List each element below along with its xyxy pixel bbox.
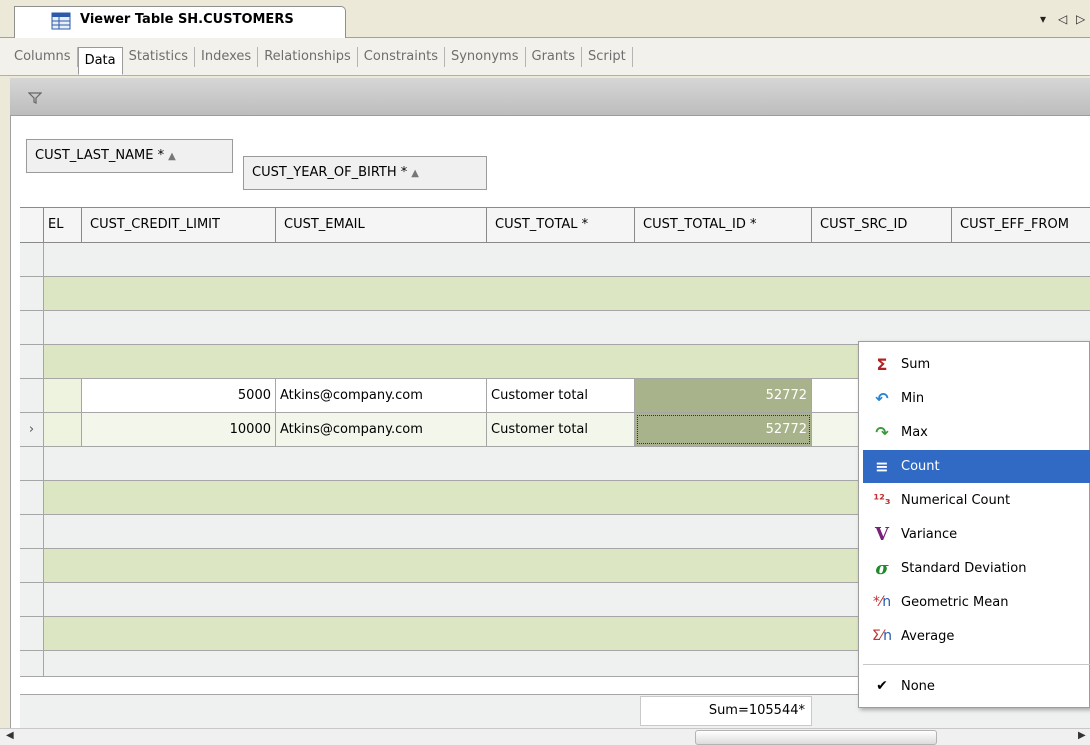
menu-item-label: Count [901,459,940,474]
sigma-icon: Σ [876,355,888,374]
row-header[interactable] [20,243,44,276]
group-column-cust-last-name[interactable]: CUST_LAST_NAME * ▲ [26,139,233,173]
grid-header: EL CUST_CREDIT_LIMIT CUST_EMAIL CUST_TOT… [20,207,1090,243]
cell-cust-total-id-focused[interactable]: 52772 [635,413,812,446]
menu-item-count[interactable]: ≡ Count [863,450,1090,483]
cell-credit-limit[interactable]: 10000 [82,413,276,446]
row-header[interactable] [20,447,44,480]
row-header[interactable] [20,379,44,412]
menu-item-none[interactable]: ✔ None [863,670,1090,703]
average-icon: Σ⁄n [871,628,893,644]
column-header-cust-total[interactable]: CUST_TOTAL * [487,208,635,242]
scrollbar-thumb[interactable] [695,730,937,745]
column-header-src-id[interactable]: CUST_SRC_ID [812,208,952,242]
column-header-cust-total-id[interactable]: CUST_TOTAL_ID * [635,208,812,242]
column-header-credit-limit[interactable]: CUST_CREDIT_LIMIT [82,208,276,242]
menu-item-label: Max [901,425,928,440]
filter-bar [10,78,1090,116]
menu-item-label: Variance [901,527,958,542]
scroll-tabs-right-icon[interactable]: ▷ [1076,12,1085,26]
min-icon: ↶ [875,389,889,408]
row-header[interactable] [20,617,44,650]
menu-item-min[interactable]: ↶ Min [863,382,1090,415]
sigma-lower-icon: σ [875,558,889,579]
menu-item-geometric-mean[interactable]: *⁄n Geometric Mean [863,586,1090,619]
column-header-email[interactable]: CUST_EMAIL [276,208,487,242]
menu-item-average[interactable]: Σ⁄n Average [863,620,1090,653]
menu-item-max[interactable]: ↷ Max [863,416,1090,449]
group-column-cust-year-of-birth[interactable]: CUST_YEAR_OF_BIRTH * ▲ [243,156,487,190]
geometric-mean-icon: *⁄n [872,594,892,610]
scroll-left-icon[interactable]: ◀ [6,730,14,741]
filter-icon[interactable] [27,92,43,108]
cell-email[interactable]: Atkins@company.com [276,379,487,412]
tab-list-dropdown-icon[interactable]: ▾ [1040,12,1046,26]
group-row[interactable] [20,311,1090,345]
row-header[interactable] [20,651,44,676]
variance-icon: V [875,524,889,545]
scroll-right-icon[interactable]: ▶ [1078,730,1086,741]
numerical-count-icon: ¹²₃ [873,493,891,508]
aggregate-context-menu: Σ Sum ↶ Min ↷ Max ≡ Count ¹²₃ Numerical … [858,341,1090,708]
row-header[interactable] [20,277,44,310]
scroll-tabs-left-icon[interactable]: ◁ [1058,12,1067,26]
menu-separator [863,664,1090,665]
column-header-eff-from[interactable]: CUST_EFF_FROM [952,208,1090,242]
tab-relationships[interactable]: Relationships [258,46,358,67]
group-column-label: CUST_YEAR_OF_BIRTH * [252,165,408,180]
group-row[interactable] [20,277,1090,311]
tab-data[interactable]: Data [77,46,123,75]
cell-email[interactable]: Atkins@company.com [276,413,487,446]
sort-ascending-icon: ▲ [411,168,419,179]
table-viewer-icon [51,12,71,30]
group-row[interactable] [20,243,1090,277]
current-row-indicator-icon[interactable]: › [20,413,44,446]
tab-synonyms[interactable]: Synonyms [445,46,526,67]
menu-item-label: Min [901,391,925,406]
menu-item-variance[interactable]: V Variance [863,518,1090,551]
group-column-label: CUST_LAST_NAME * [35,148,165,163]
menu-item-label: Average [901,629,955,644]
column-header-el[interactable]: EL [44,208,82,242]
cell-el[interactable] [44,413,82,446]
cell-cust-total-id[interactable]: 52772 [635,379,812,412]
sort-ascending-icon: ▲ [168,151,176,162]
tab-statistics[interactable]: Statistics [123,46,196,67]
cell-el[interactable] [44,379,82,412]
editor-tab-title: Viewer Table SH.CUSTOMERS [80,12,294,27]
menu-item-label: Standard Deviation [901,561,1027,576]
summary-cell[interactable]: Sum=105544* [640,696,812,726]
check-icon: ✔ [876,678,888,694]
row-header[interactable] [20,311,44,344]
tab-indexes[interactable]: Indexes [195,46,259,67]
row-header[interactable] [20,515,44,548]
menu-item-label: Sum [901,357,931,372]
subtab-bar: Columns Data Statistics Indexes Relation… [0,38,1090,76]
row-header-corner [20,208,44,242]
tab-script[interactable]: Script [582,46,633,67]
menu-item-label: None [901,679,935,694]
menu-item-label: Numerical Count [901,493,1011,508]
tab-grants[interactable]: Grants [526,46,582,67]
max-icon: ↷ [875,423,889,442]
row-header[interactable] [20,549,44,582]
cell-cust-total[interactable]: Customer total [487,413,635,446]
row-header[interactable] [20,345,44,378]
count-icon: ≡ [875,457,889,476]
tab-columns[interactable]: Columns [8,46,78,67]
menu-item-label: Geometric Mean [901,595,1009,610]
row-header[interactable] [20,583,44,616]
cell-cust-total[interactable]: Customer total [487,379,635,412]
menu-item-numerical-count[interactable]: ¹²₃ Numerical Count [863,484,1090,517]
row-header[interactable] [20,481,44,514]
cell-credit-limit[interactable]: 5000 [82,379,276,412]
menu-item-sum[interactable]: Σ Sum [863,348,1090,381]
menu-item-standard-deviation[interactable]: σ Standard Deviation [863,552,1090,585]
tab-constraints[interactable]: Constraints [358,46,445,67]
